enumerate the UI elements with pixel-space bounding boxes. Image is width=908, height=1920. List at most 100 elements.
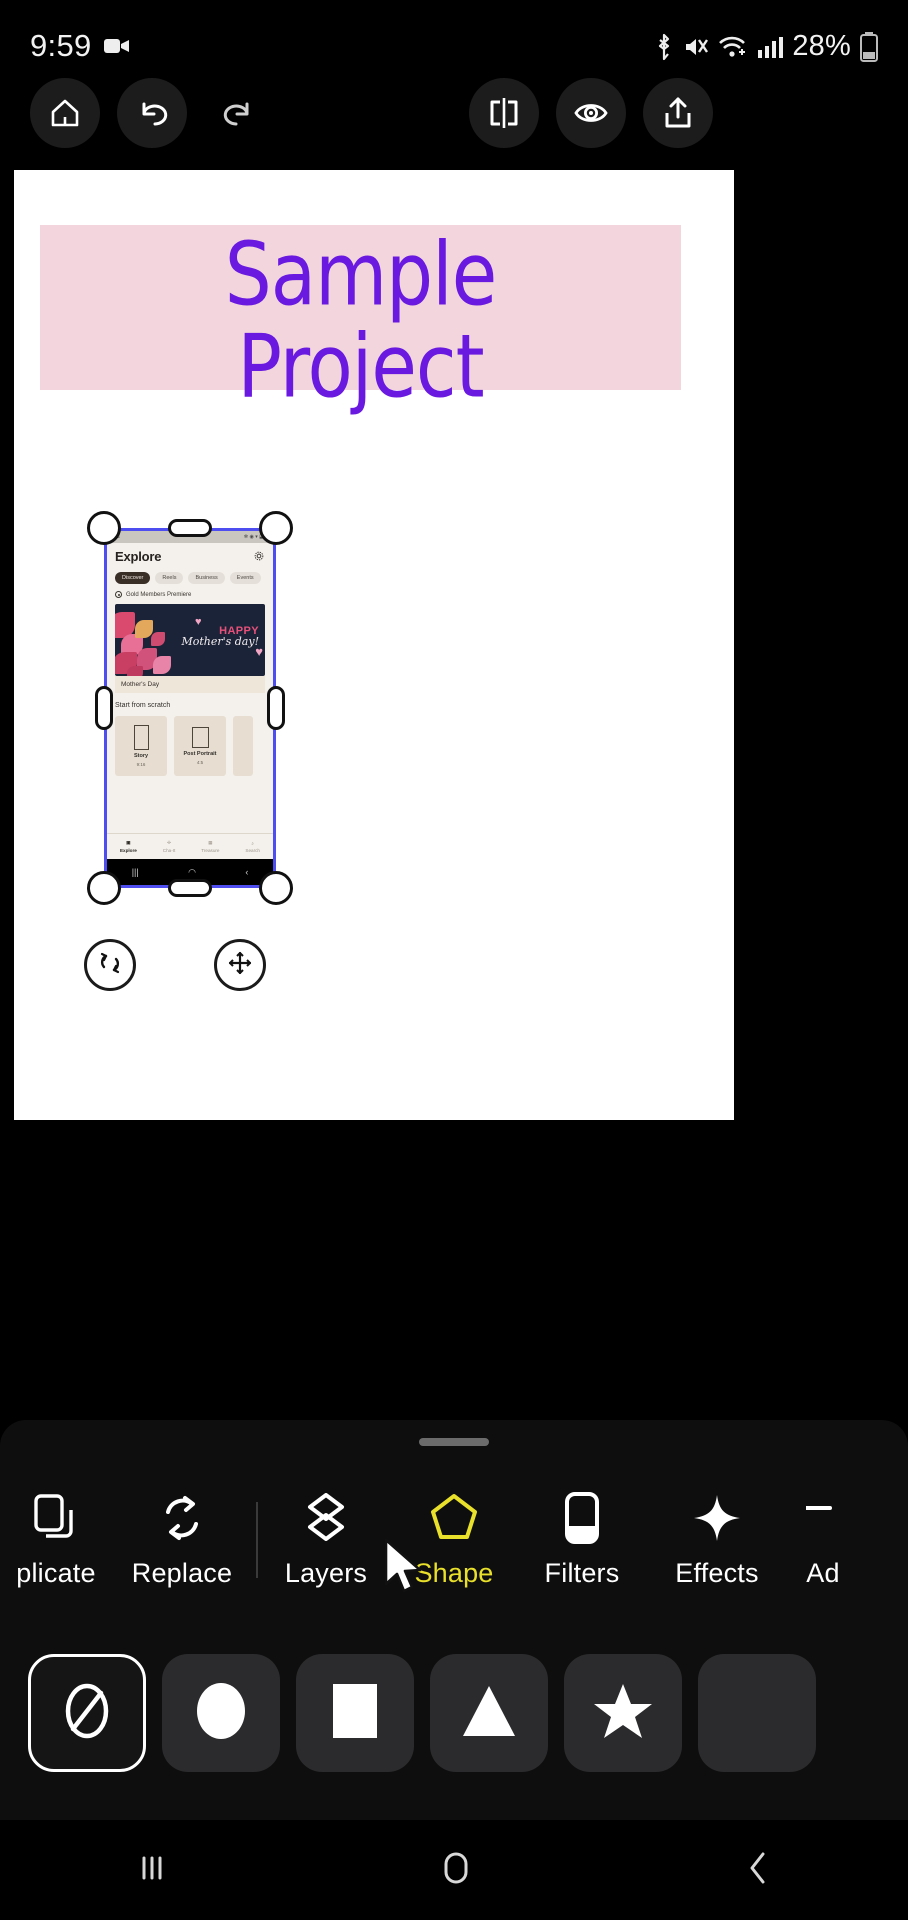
tool-effects[interactable]: Effects	[646, 1470, 788, 1610]
resize-handle-bottom-left[interactable]	[87, 871, 121, 905]
thumb-nav-explore: ▣ Explore	[120, 840, 137, 853]
home-button[interactable]	[30, 78, 100, 148]
canvas-title-line1: Sample	[224, 224, 497, 326]
resize-pill-right[interactable]	[267, 686, 285, 730]
search-icon: ⌕	[251, 840, 254, 846]
tool-duplicate[interactable]: plicate	[0, 1470, 112, 1610]
thumb-bottom-nav: ▣ Explore ✣ Cha-It ▦ Treasure ⌕ Search	[107, 833, 273, 859]
thumb-scratch-label: Start from scratch	[115, 702, 171, 709]
circle-shape-icon	[190, 1680, 252, 1747]
layers-icon	[302, 1492, 350, 1544]
rotate-button[interactable]	[84, 939, 136, 991]
shape-picker-row	[0, 1628, 908, 1798]
shape-option-circle[interactable]	[162, 1654, 280, 1772]
explore-icon: ▣	[126, 840, 131, 845]
shape-option-square[interactable]	[296, 1654, 414, 1772]
thumb-banner-text: HAPPY Mother's day!	[181, 626, 259, 648]
wifi-icon	[718, 35, 748, 59]
selected-image-element[interactable]: ⦀ ▣ ✻ ◉ ▾ ⬓ ▮ Explore Discover Reels Bus…	[87, 511, 293, 905]
shape-option-hexagon[interactable]	[698, 1654, 816, 1772]
shape-option-star[interactable]	[564, 1654, 682, 1772]
banner-line-2: Mother's day!	[181, 635, 259, 648]
thumb-nav-chait-label: Cha-It	[162, 848, 176, 853]
share-export-icon	[662, 96, 694, 130]
thumb-nav-chait: ✣ Cha-It	[163, 840, 176, 853]
tool-layers[interactable]: Layers	[262, 1470, 390, 1610]
resize-handle-bottom-right[interactable]	[259, 871, 293, 905]
home-pill-icon[interactable]	[438, 1848, 474, 1893]
recents-icon[interactable]	[134, 1850, 170, 1891]
resize-handle-top-left[interactable]	[87, 511, 121, 545]
selection-frame: ⦀ ▣ ✻ ◉ ▾ ⬓ ▮ Explore Discover Reels Bus…	[104, 528, 276, 888]
resize-pill-left[interactable]	[95, 686, 113, 730]
mouse-cursor	[382, 1538, 428, 1605]
thumb-nav-explore-label: Explore	[119, 848, 137, 853]
filters-icon	[563, 1491, 601, 1544]
tool-replace[interactable]: Replace	[112, 1470, 252, 1610]
redo-icon	[221, 97, 257, 129]
gear-icon	[254, 551, 264, 563]
resize-handle-top-right[interactable]	[259, 511, 293, 545]
preview-button[interactable]	[556, 78, 626, 148]
star-shape-icon	[592, 1680, 654, 1747]
resize-pill-bottom[interactable]	[168, 879, 212, 897]
tool-filters-label: Filters	[544, 1557, 620, 1588]
compare-button[interactable]	[469, 78, 539, 148]
shape-option-none[interactable]	[28, 1654, 146, 1772]
thumb-nav-search: ⌕ Search	[245, 841, 260, 853]
thumb-card-partial	[233, 716, 253, 776]
move-button[interactable]	[214, 939, 266, 991]
status-bar-left: 9:59	[30, 28, 130, 64]
thumb-gold-section: Gold Members Premiere	[115, 591, 265, 598]
status-bar: 9:59 28%	[0, 0, 908, 88]
thumb-banner-caption: Mother's Day	[115, 676, 265, 693]
thumb-body: Explore Discover Reels Business Events G…	[107, 543, 273, 776]
tool-replace-label: Replace	[131, 1557, 233, 1588]
canvas-title-line2: Project	[237, 316, 484, 418]
thumb-back-icon: ‹	[245, 867, 249, 877]
thumb-heading: Explore	[115, 549, 162, 564]
design-canvas[interactable]: Sample Project ⦀ ▣ ✻ ◉ ▾ ⬓ ▮ Explore	[14, 170, 734, 1120]
sheet-grabber[interactable]	[419, 1438, 489, 1446]
replace-icon	[158, 1492, 206, 1544]
tool-filters[interactable]: Filters	[518, 1470, 646, 1610]
resize-pill-top[interactable]	[168, 519, 212, 537]
thumb-card-story: Story 9:16	[115, 716, 167, 776]
thumbnail-preview: ⦀ ▣ ✻ ◉ ▾ ⬓ ▮ Explore Discover Reels Bus…	[107, 531, 273, 885]
thumb-nav-treasure: ▦ Treasure	[201, 840, 219, 853]
tool-effects-label: Effects	[675, 1557, 759, 1588]
move-icon	[227, 950, 253, 981]
thumb-chip-events: Events	[229, 572, 261, 584]
android-navigation-bar	[0, 1820, 908, 1920]
battery-icon	[860, 31, 878, 62]
battery-percent: 28%	[792, 30, 851, 62]
gold-badge-icon	[115, 591, 122, 598]
mute-icon	[683, 34, 709, 60]
export-button[interactable]	[643, 78, 713, 148]
thumb-banner: ♥ ♥ HAPPY Mother's day!	[115, 604, 265, 676]
square-shape-icon	[324, 1680, 386, 1747]
eye-preview-icon	[573, 99, 609, 127]
thumb-nav-treasure-label: Treasure	[201, 848, 220, 853]
compare-split-icon	[487, 96, 521, 130]
post-frame-icon	[191, 727, 209, 748]
cellular-signal-icon	[757, 35, 784, 59]
redo-button[interactable]	[204, 78, 274, 148]
back-chevron-icon[interactable]	[742, 1848, 774, 1893]
tool-layers-label: Layers	[284, 1557, 368, 1588]
home-icon	[48, 96, 82, 130]
thumb-recents-icon: |||	[131, 867, 139, 877]
thumb-card-post: Post Portrait 4:5	[174, 716, 226, 776]
undo-button[interactable]	[117, 78, 187, 148]
shape-option-triangle[interactable]	[430, 1654, 548, 1772]
tool-duplicate-label: plicate	[16, 1557, 96, 1588]
effects-sparkle-icon	[693, 1492, 741, 1544]
title-band[interactable]: Sample Project	[40, 224, 681, 413]
thumb-nav-search-label: Search	[245, 847, 260, 853]
none-shape-icon	[56, 1680, 118, 1747]
tool-row: plicate Replace Layers Shape Filters Eff…	[0, 1470, 908, 1610]
thumb-card-post-label: Post Portrait	[183, 751, 217, 757]
thumb-chip-business: Business	[188, 572, 225, 584]
triangle-shape-icon	[458, 1680, 520, 1747]
tool-adjust[interactable]: Ad	[788, 1470, 858, 1610]
